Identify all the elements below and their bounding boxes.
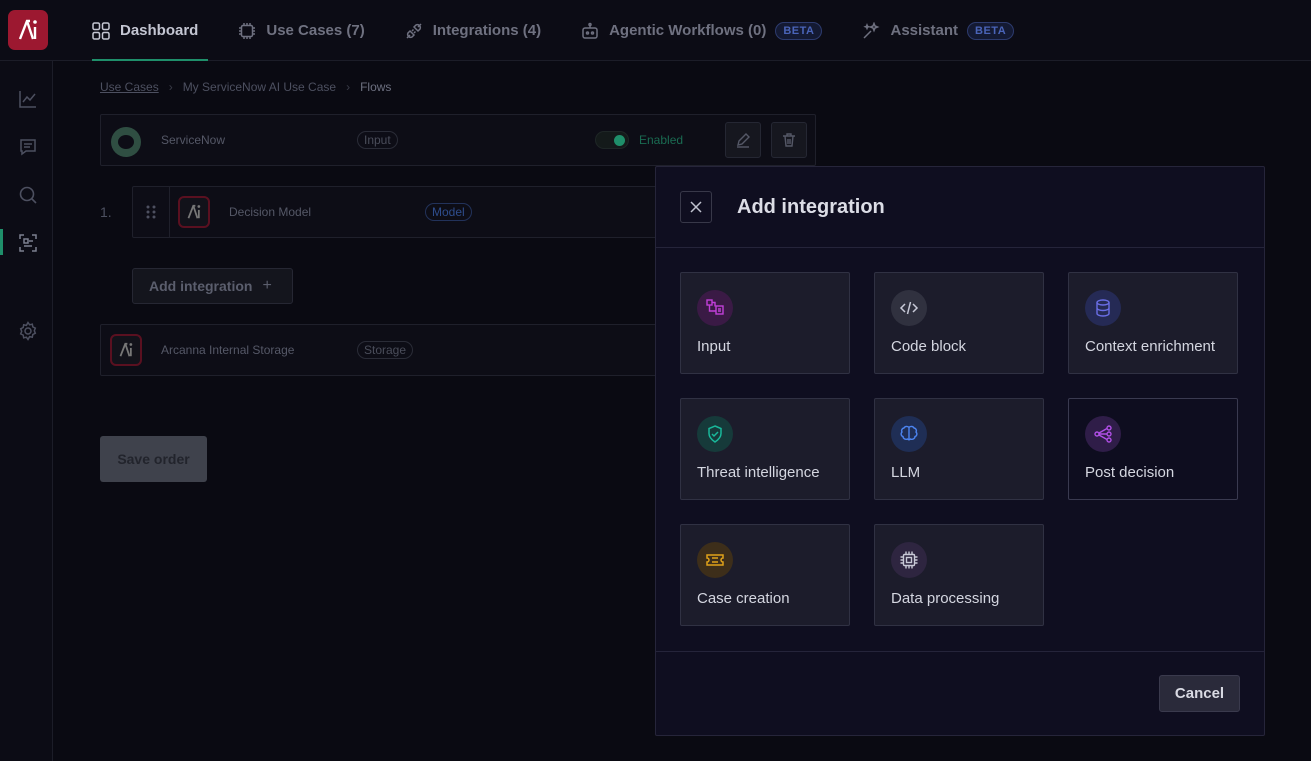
edit-button[interactable] [725, 122, 761, 158]
card-code-block-label: Code block [891, 338, 967, 355]
card-threat-intelligence-label: Threat intelligence [697, 464, 820, 481]
nav-use-cases-label: Use Cases (7) [266, 22, 365, 39]
chat-icon[interactable] [18, 137, 38, 157]
card-case-creation[interactable]: Case creation [680, 524, 850, 626]
modal-header: Add integration [656, 167, 1264, 248]
card-input[interactable]: Input [680, 272, 850, 374]
save-order-button[interactable]: Save order [100, 436, 207, 482]
add-integration-modal: Add integration Input Code block Context… [655, 166, 1265, 736]
grid-icon [92, 21, 110, 40]
card-post-decision-label: Post decision [1085, 464, 1175, 481]
card-llm[interactable]: LLM [874, 398, 1044, 500]
close-icon [690, 201, 702, 213]
top-navigation: Dashboard Use Cases (7) Integrations (4)… [0, 0, 1311, 61]
trash-icon [783, 133, 795, 147]
share-icon [1085, 416, 1121, 452]
arcanna-logo-icon [110, 334, 142, 366]
plus-icon: + [262, 277, 272, 294]
brain-icon [891, 416, 927, 452]
add-integration-label: Add integration [149, 278, 253, 294]
chip-icon [238, 22, 256, 40]
modal-footer-divider [656, 651, 1264, 652]
nav-dashboard[interactable]: Dashboard [92, 0, 209, 61]
card-data-processing-label: Data processing [891, 590, 1000, 607]
database-icon [1085, 290, 1121, 326]
cancel-button[interactable]: Cancel [1159, 675, 1240, 712]
card-context-enrichment[interactable]: Context enrichment [1068, 272, 1238, 374]
card-context-enrichment-label: Context enrichment [1085, 338, 1216, 355]
code-icon [891, 290, 927, 326]
delete-button[interactable] [771, 122, 807, 158]
app-logo[interactable] [8, 10, 48, 50]
pencil-icon [737, 133, 750, 148]
nav-dashboard-label: Dashboard [120, 22, 199, 39]
ticket-icon [697, 542, 733, 578]
storage-type-chip: Storage [357, 341, 414, 359]
plug-icon [405, 22, 423, 40]
sparkle-icon [862, 21, 881, 40]
step-number: 1. [100, 204, 112, 220]
breadcrumb-use-cases[interactable]: Use Cases [100, 80, 159, 94]
storage-row: Arcanna Internal Storage Storage [100, 324, 672, 376]
nav-integrations-label: Integrations (4) [432, 22, 542, 39]
processor-icon [891, 542, 927, 578]
input-row: ServiceNow Input Enabled [100, 114, 816, 166]
input-name: ServiceNow [161, 133, 226, 147]
nav-use-cases[interactable]: Use Cases (7) [238, 0, 365, 61]
card-data-processing[interactable]: Data processing [874, 524, 1044, 626]
arcanna-logo-icon [178, 196, 210, 228]
card-case-creation-label: Case creation [697, 590, 790, 607]
enabled-label: Enabled [639, 133, 684, 147]
breadcrumb-current: Flows [360, 80, 392, 94]
modal-title: Add integration [737, 196, 885, 218]
card-code-block[interactable]: Code block [874, 272, 1044, 374]
nav-assistant-label: Assistant [890, 22, 959, 39]
card-llm-label: LLM [891, 464, 921, 481]
sidebar [0, 61, 53, 761]
input-icon [697, 290, 733, 326]
drag-handle-icon[interactable] [143, 203, 159, 221]
settings-icon[interactable] [18, 321, 38, 341]
nav-assistant[interactable]: Assistant BETA [862, 0, 1015, 61]
breadcrumb-use-case[interactable]: My ServiceNow AI Use Case [183, 80, 336, 94]
input-type-chip: Input [357, 131, 398, 149]
nav-agentic-workflows[interactable]: Agentic Workflows (0) BETA [581, 0, 823, 61]
servicenow-logo-icon [111, 127, 141, 157]
nav-integrations[interactable]: Integrations (4) [405, 0, 541, 61]
shield-icon [697, 416, 733, 452]
robot-icon [581, 22, 599, 40]
beta-badge: BETA [775, 21, 823, 40]
card-post-decision[interactable]: Post decision [1068, 398, 1238, 500]
card-input-label: Input [697, 338, 731, 355]
storage-name: Arcanna Internal Storage [161, 343, 295, 357]
chart-icon[interactable] [18, 89, 38, 109]
card-threat-intelligence[interactable]: Threat intelligence [680, 398, 850, 500]
add-integration-button[interactable]: Add integration + [132, 268, 293, 304]
active-indicator [0, 229, 3, 255]
search-icon[interactable] [18, 185, 38, 205]
breadcrumb: Use Cases › My ServiceNow AI Use Case › … [100, 80, 391, 94]
model-type-chip: Model [425, 203, 472, 221]
beta-badge: BETA [967, 21, 1015, 40]
close-button[interactable] [680, 191, 712, 223]
enabled-toggle[interactable] [595, 131, 629, 149]
flows-icon[interactable] [18, 233, 38, 253]
model-name: Decision Model [229, 205, 312, 219]
model-row: Decision Model Model [132, 186, 672, 238]
chevron-right-icon: › [346, 80, 351, 94]
nav-agentic-workflows-label: Agentic Workflows (0) [609, 22, 767, 39]
chevron-right-icon: › [168, 80, 173, 94]
